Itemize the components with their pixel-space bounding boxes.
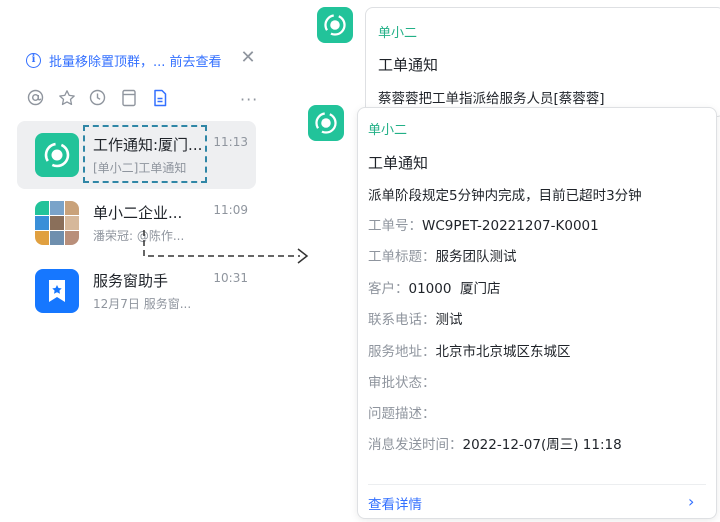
chevron-right-icon[interactable]: ›: [688, 492, 694, 511]
bot-icon: [317, 7, 353, 43]
field-address: 服务地址：北京市北京城区东城区: [368, 344, 571, 360]
doc-icon[interactable]: [150, 88, 169, 107]
field-customer: 客户：01000 厦门店: [368, 281, 501, 297]
view-details-link[interactable]: 查看详情: [368, 493, 422, 513]
at-icon[interactable]: [26, 88, 45, 107]
chat-time: 11:13: [213, 135, 248, 149]
archive-icon[interactable]: [119, 88, 138, 107]
bot-icon: [308, 105, 344, 141]
bot-icon: [35, 133, 79, 177]
sender-name: 单小二: [378, 26, 418, 41]
filter-toolbar: [26, 88, 169, 107]
message-card-back[interactable]: 单小二 工单通知 蔡蓉蓉把工单指派给服务人员[蔡蓉蓉]: [365, 7, 720, 117]
star-icon[interactable]: [57, 88, 76, 107]
card-title: 工单通知: [368, 154, 429, 172]
highlight-box: [83, 125, 207, 183]
field-problem-desc: 问题描述：: [368, 406, 436, 422]
clock-icon[interactable]: [88, 88, 107, 107]
notice-text[interactable]: 批量移除置顶群，... 前去查看: [49, 51, 222, 70]
group-avatar: [35, 201, 79, 245]
chat-title: 服务窗助手: [93, 272, 169, 290]
divider: [368, 484, 706, 485]
sender-name: 单小二: [368, 123, 408, 138]
field-ticket-no: 工单号：WC9PET-20221207-K0001: [368, 218, 599, 234]
arrow-annotation: [143, 230, 309, 264]
message-card-front[interactable]: 单小二 工单通知 派单阶段规定5分钟内完成，目前已超时3分钟 工单号：WC9PE…: [357, 107, 717, 519]
service-window-icon: [35, 269, 79, 313]
field-phone: 联系电话：测试: [368, 312, 463, 328]
chat-title: 单小二企业...: [93, 204, 183, 222]
field-approval-status: 审批状态：: [368, 375, 436, 391]
close-icon[interactable]: ✕: [240, 49, 256, 67]
notice-bar[interactable]: i 批量移除置顶群，... 前去查看: [26, 49, 222, 71]
card-body: 蔡蓉蓉把工单指派给服务人员[蔡蓉蓉]: [378, 91, 605, 107]
timeout-warning: 派单阶段规定5分钟内完成，目前已超时3分钟: [368, 188, 642, 204]
more-icon[interactable]: ···: [240, 90, 258, 109]
chat-preview: 12月7日 服务窗...: [93, 297, 192, 311]
field-ticket-title: 工单标题：服务团队测试: [368, 249, 517, 265]
card-title: 工单通知: [378, 56, 439, 74]
chat-time: 11:09: [213, 203, 248, 217]
field-send-time: 消息发送时间：2022-12-07(周三) 11:18: [368, 437, 622, 453]
chat-time: 10:31: [213, 271, 248, 285]
info-icon: i: [26, 52, 41, 68]
